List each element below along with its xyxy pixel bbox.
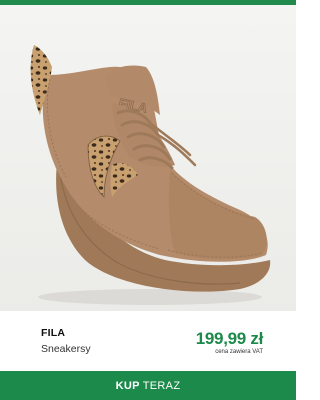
product-page: FILA FILA Sneakersy 199,99 zł cena zawie… [0, 0, 296, 400]
product-info: FILA Sneakersy 199,99 zł cena zawiera VA… [0, 311, 296, 371]
buy-now-label-rest: TERAZ [142, 379, 181, 392]
product-brand[interactable]: FILA [41, 327, 65, 339]
product-name[interactable]: Sneakersy [41, 343, 91, 355]
product-price: 199,99 zł [195, 329, 264, 348]
sneaker-photo: FILA [0, 5, 296, 311]
product-image[interactable]: FILA [0, 5, 296, 311]
buy-now-button[interactable]: KUP TERAZ [0, 371, 296, 400]
buy-now-label-bold: KUP [115, 379, 140, 392]
vat-note: cena zawiera VAT [215, 349, 263, 355]
